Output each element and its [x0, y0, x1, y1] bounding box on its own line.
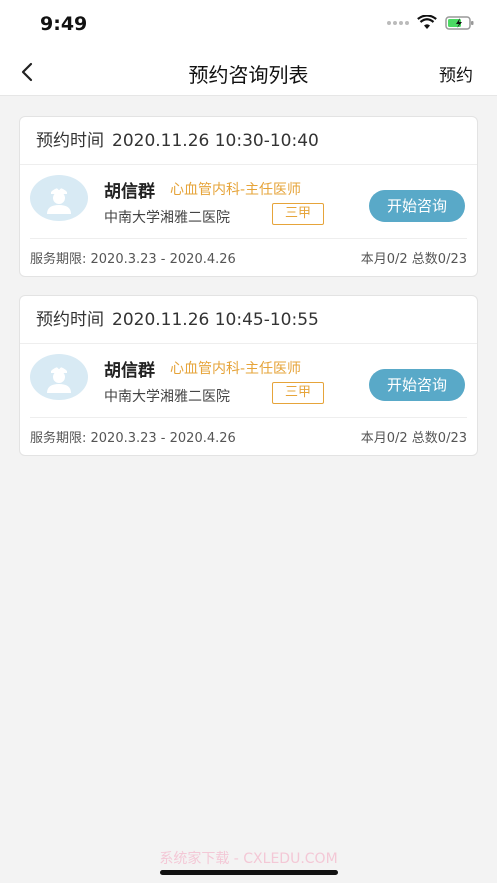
- doctor-avatar: [30, 175, 88, 221]
- service-period: 服务期限: 2020.3.23 - 2020.4.26: [30, 252, 236, 267]
- doctor-name: 胡信群: [104, 182, 155, 202]
- hospital-name: 中南大学湘雅二医院: [104, 389, 230, 405]
- status-icons: [387, 15, 475, 31]
- hospital-grade-badge: 三甲: [272, 382, 324, 404]
- appointment-card: 预约时间 2020.11.26 10:45-10:55 胡信群 心血管内科-主任医…: [19, 295, 478, 456]
- doctor-name: 胡信群: [104, 361, 155, 381]
- status-time: 9:49: [40, 13, 88, 35]
- appointment-card: 预约时间 2020.11.26 10:30-10:40 胡信群 心血管内科-主任医…: [19, 116, 478, 277]
- usage-count: 本月0/2 总数0/23: [360, 431, 467, 446]
- wifi-icon: [417, 15, 437, 29]
- doctor-icon: [47, 365, 71, 393]
- card-footer: 服务期限: 2020.3.23 - 2020.4.26 本月0/2 总数0/23: [30, 238, 467, 276]
- doctor-info: 胡信群 心血管内科-主任医师 中南大学湘雅二医院 三甲 开始咨询: [20, 165, 477, 239]
- doctor-icon: [47, 186, 71, 214]
- appointment-time: 预约时间 2020.11.26 10:30-10:40: [20, 117, 477, 165]
- home-indicator: [160, 870, 338, 875]
- appointment-time-value: 2020.11.26 10:30-10:40: [112, 131, 319, 151]
- usage-count: 本月0/2 总数0/23: [360, 252, 467, 267]
- start-consult-button[interactable]: 开始咨询: [369, 369, 465, 401]
- page-title: 预约咨询列表: [188, 63, 309, 87]
- service-period: 服务期限: 2020.3.23 - 2020.4.26: [30, 431, 236, 446]
- battery-icon: [445, 16, 474, 30]
- status-bar: 9:49: [0, 0, 497, 48]
- watermark: 系统家下载 - CXLEDU.COM: [159, 851, 338, 867]
- appointment-time: 预约时间 2020.11.26 10:45-10:55: [20, 296, 477, 344]
- book-appointment-button[interactable]: 预约: [439, 61, 473, 86]
- doctor-department: 心血管内科-主任医师: [170, 361, 302, 377]
- doctor-info: 胡信群 心血管内科-主任医师 中南大学湘雅二医院 三甲 开始咨询: [20, 344, 477, 418]
- start-consult-button[interactable]: 开始咨询: [369, 190, 465, 222]
- appointment-list: 预约时间 2020.11.26 10:30-10:40 胡信群 心血管内科-主任医…: [0, 96, 497, 456]
- appointment-time-label: 预约时间: [36, 310, 104, 330]
- card-footer: 服务期限: 2020.3.23 - 2020.4.26 本月0/2 总数0/23: [30, 417, 467, 455]
- appointment-time-value: 2020.11.26 10:45-10:55: [112, 310, 319, 330]
- nav-bar: 预约咨询列表 预约: [0, 48, 497, 96]
- hospital-grade-badge: 三甲: [272, 203, 324, 225]
- appointment-time-label: 预约时间: [36, 131, 104, 151]
- doctor-department: 心血管内科-主任医师: [170, 182, 302, 198]
- doctor-avatar: [30, 354, 88, 400]
- hospital-name: 中南大学湘雅二医院: [104, 210, 230, 226]
- signal-icon: [387, 21, 409, 25]
